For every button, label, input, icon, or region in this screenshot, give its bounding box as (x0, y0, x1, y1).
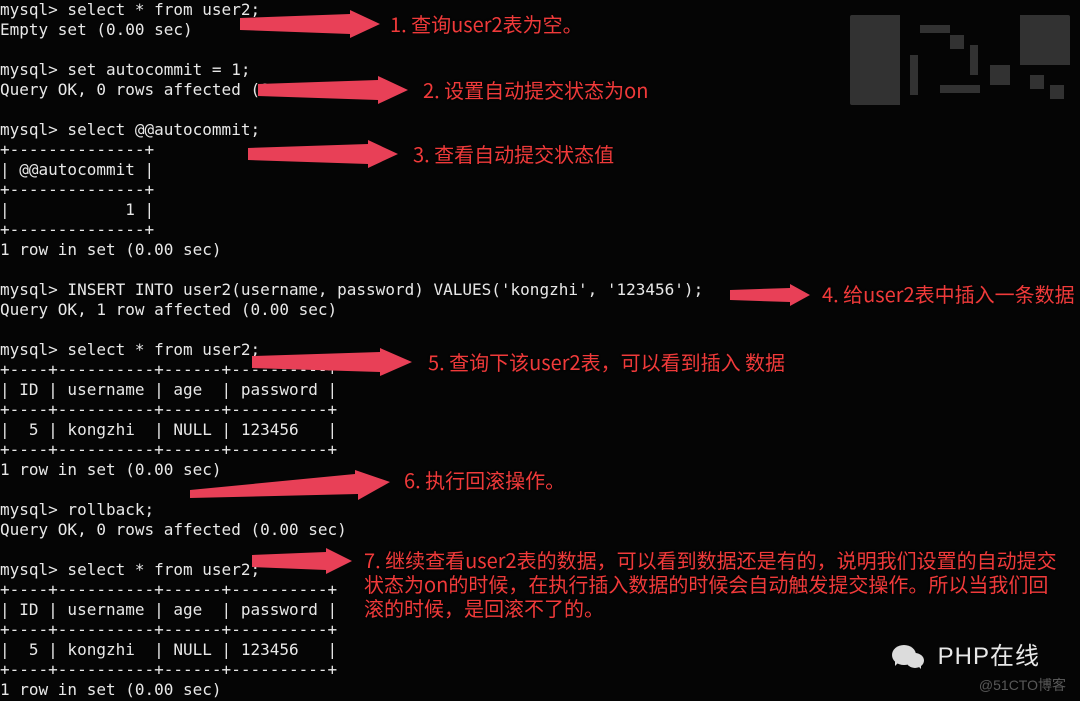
brand-text: PHP在线 (938, 647, 1040, 667)
wechat-icon (892, 643, 926, 671)
terminal-output: mysql> select * from user2; Empty set (0… (0, 0, 703, 700)
brand-area: PHP在线 (892, 643, 1040, 671)
annotation-4: 4. 给user2表中插入一条数据 (822, 282, 1075, 306)
watermark-text: @51CTO博客 (979, 675, 1066, 695)
qr-code-watermark (850, 15, 1070, 105)
arrow-icon (730, 284, 810, 306)
